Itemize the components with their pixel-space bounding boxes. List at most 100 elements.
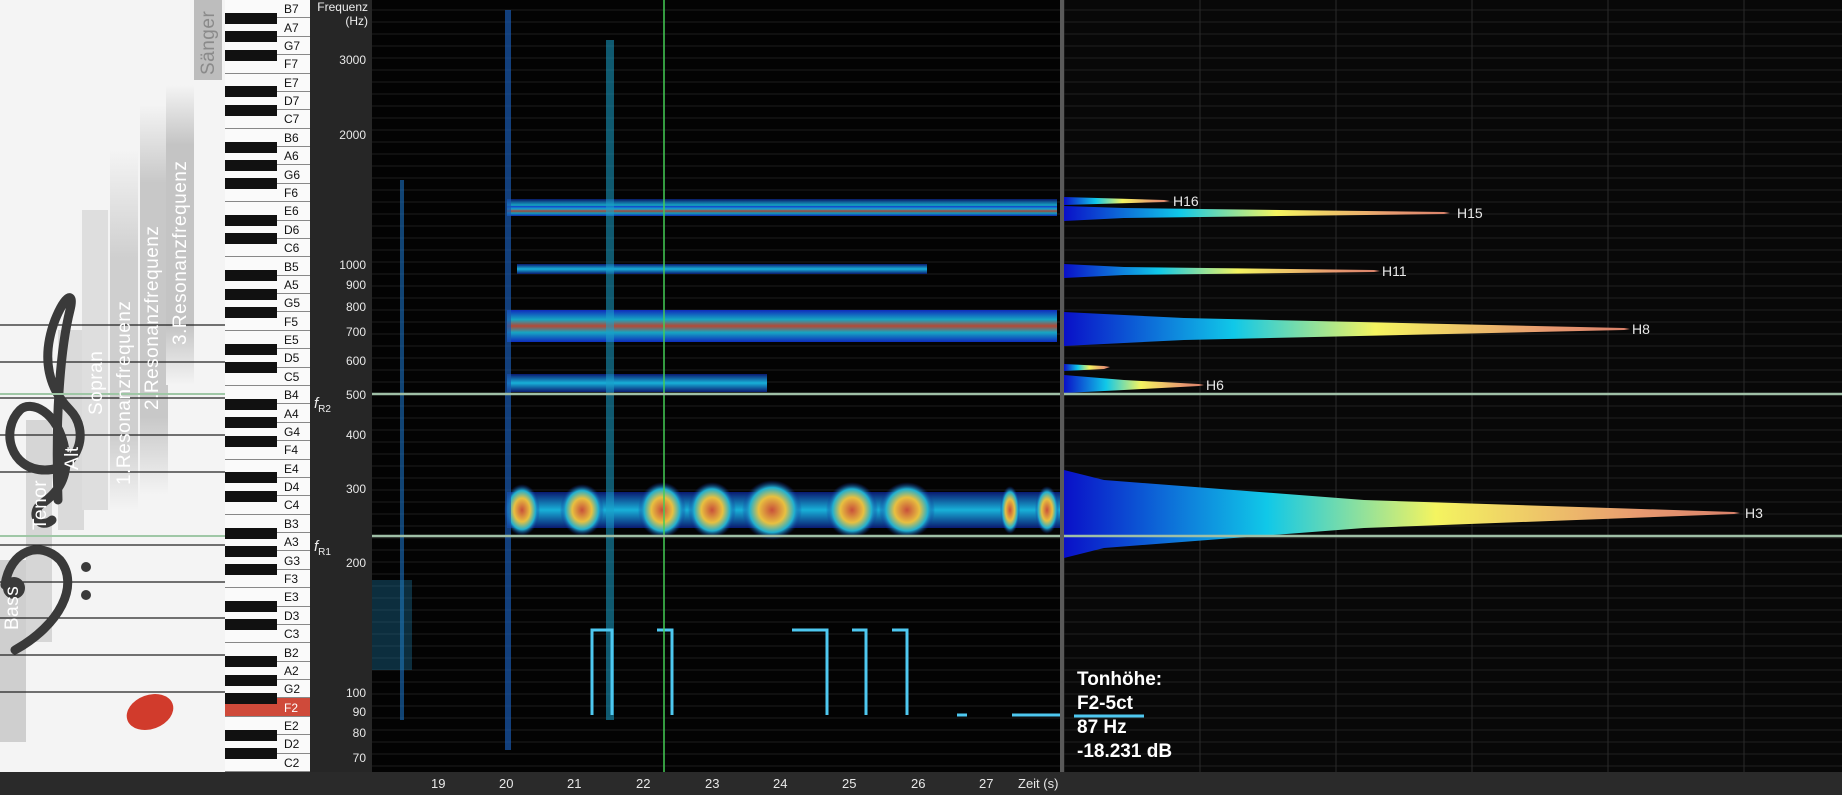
piano-key-label: F6	[284, 185, 299, 200]
piano-black-key[interactable]	[225, 398, 277, 410]
freq-tick: 900	[345, 278, 366, 292]
piano-black-key[interactable]	[225, 601, 277, 613]
piano-black-key[interactable]	[225, 31, 277, 43]
piano-key-label: F3	[284, 571, 299, 586]
harmonic-peak-h16	[1064, 197, 1170, 205]
pitch-info-frequency: 87 Hz	[1077, 717, 1127, 738]
piano-black-key[interactable]	[225, 49, 277, 61]
freq-tick: 2000	[339, 128, 366, 142]
piano-key-label: D7	[284, 94, 300, 109]
harmonic-label-h3: H3	[1745, 505, 1763, 521]
axis-title-line2: (Hz)	[345, 14, 368, 28]
harmonic-peak-h11	[1064, 264, 1380, 278]
piano-key-label: B6	[284, 130, 299, 145]
spectrogram-view[interactable]	[372, 0, 1060, 772]
harmonic-label-h8: H8	[1632, 321, 1650, 337]
piano-key-label: D2	[284, 737, 300, 752]
resonance-label-r2: fR2	[314, 395, 331, 415]
resonance-label-r1: fR1	[314, 538, 331, 558]
harmonic-label-h6: H6	[1206, 377, 1224, 393]
piano-key-label: B4	[284, 388, 299, 403]
piano-key-label: G6	[284, 167, 301, 182]
voice-label-res2: 2.Resonanzfrequenz	[142, 225, 163, 410]
piano-black-key[interactable]	[225, 619, 277, 631]
time-tick: 21	[567, 776, 582, 791]
piano-key-label: A2	[284, 663, 299, 678]
frequency-axis: Frequenz (Hz) 3000 2000 1000 900 800 700…	[310, 0, 372, 772]
piano-key-label: F2	[284, 700, 299, 715]
piano-key-label: C6	[284, 241, 300, 256]
piano-key-label: C5	[284, 369, 300, 384]
piano-black-key[interactable]	[225, 104, 277, 116]
piano-black-key[interactable]	[225, 270, 277, 282]
harmonics-canvas	[1064, 0, 1842, 772]
piano-black-key[interactable]	[225, 545, 277, 557]
piano-black-key[interactable]	[225, 674, 277, 686]
time-tick: 25	[842, 776, 857, 791]
harmonics-view	[1064, 0, 1842, 772]
piano-black-key[interactable]	[225, 527, 277, 539]
piano-key-label: G5	[284, 296, 301, 311]
piano-key-label: E4	[284, 461, 299, 476]
piano-black-key[interactable]	[225, 343, 277, 355]
piano-black-key[interactable]	[225, 178, 277, 190]
piano-key-label: G7	[284, 38, 301, 53]
voice-label-tenor: Tenor	[30, 479, 51, 530]
piano-key-label: D4	[284, 480, 300, 495]
time-tick: 23	[705, 776, 720, 791]
axis-title: Frequenz (Hz)	[317, 0, 368, 28]
piano-black-key[interactable]	[225, 233, 277, 245]
harmonic-label-h11: H11	[1382, 263, 1407, 279]
piano-black-key[interactable]	[225, 748, 277, 760]
time-tick: 22	[636, 776, 651, 791]
piano-key-label: E6	[284, 204, 299, 219]
piano-black-key[interactable]	[225, 141, 277, 153]
piano-black-key[interactable]	[225, 490, 277, 502]
piano-key-label: A7	[284, 20, 299, 35]
piano-black-key[interactable]	[225, 362, 277, 374]
piano-key-label: E5	[284, 333, 299, 348]
piano-black-key[interactable]	[225, 692, 277, 704]
staff-lines	[0, 293, 225, 730]
piano-black-key[interactable]	[225, 729, 277, 741]
piano-black-key[interactable]	[225, 159, 277, 171]
piano-key-label: B2	[284, 645, 299, 660]
harmonic-peak-h6	[1064, 375, 1204, 393]
piano-key-label: A5	[284, 277, 299, 292]
harmonic-peak-h15	[1064, 206, 1450, 221]
harmonic-peak-h8	[1064, 312, 1630, 346]
piano-key-label: G2	[284, 682, 301, 697]
time-tick: 26	[911, 776, 926, 791]
piano-key-label: A4	[284, 406, 299, 421]
time-tick: 24	[773, 776, 788, 791]
freq-tick: 3000	[339, 53, 366, 67]
piano-black-key[interactable]	[225, 12, 277, 24]
piano-black-key[interactable]	[225, 86, 277, 98]
piano-black-key[interactable]	[225, 656, 277, 668]
time-tick: 20	[499, 776, 514, 791]
pitch-note-icon	[126, 694, 174, 730]
piano-keyboard: B7 A7 G7 F7 E7 D7 C7 B6 A6 G6 F6 E6 D6 C6 B5 A5 G5 F5 E5 D5…	[225, 0, 310, 772]
piano-black-key[interactable]	[225, 306, 277, 318]
piano-black-key[interactable]	[225, 288, 277, 300]
freq-tick: 80	[352, 726, 366, 740]
freq-tick: 800	[345, 300, 366, 314]
freq-tick: 500	[345, 388, 366, 402]
piano-black-key[interactable]	[225, 435, 277, 447]
pitch-info-note: F2-5ct	[1077, 693, 1133, 714]
spectrogram-canvas	[372, 0, 1060, 772]
piano-key-label: C3	[284, 627, 300, 642]
freq-tick: 700	[345, 325, 366, 339]
freq-tick: 90	[352, 705, 366, 719]
voice-label-saenger: Sänger	[198, 10, 219, 75]
piano-black-key[interactable]	[225, 472, 277, 484]
piano-key-label: E3	[284, 590, 299, 605]
pitch-info-level: -18.231 dB	[1077, 741, 1173, 762]
piano-black-key[interactable]	[225, 564, 277, 576]
freq-tick: 400	[345, 428, 366, 442]
piano-black-key[interactable]	[225, 417, 277, 429]
piano-black-key[interactable]	[225, 215, 277, 227]
axis-title-line1: Frequenz	[317, 0, 368, 14]
piano-key-label: D5	[284, 351, 300, 366]
piano-key-label: C2	[284, 755, 300, 770]
